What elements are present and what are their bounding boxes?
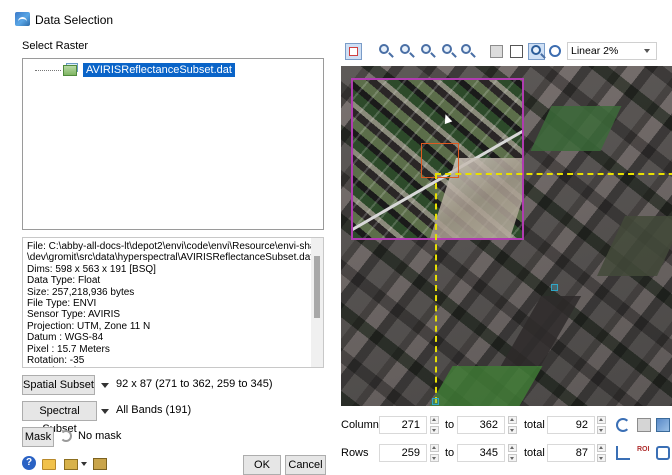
rows-total-input[interactable]: 87 bbox=[547, 444, 595, 462]
pan-icon bbox=[531, 45, 541, 55]
zoom-out-button[interactable] bbox=[398, 43, 415, 60]
file-info-line: Rotation: -35 bbox=[27, 355, 85, 367]
zoom-in-icon bbox=[379, 44, 389, 54]
crosshair-button[interactable] bbox=[547, 43, 564, 60]
export-icon[interactable] bbox=[64, 459, 78, 470]
pan-button[interactable] bbox=[528, 43, 545, 60]
columns-total-stepper[interactable] bbox=[597, 416, 606, 434]
columns-from-stepper[interactable] bbox=[430, 416, 439, 434]
app-icon bbox=[15, 12, 30, 26]
rows-to-label: to bbox=[445, 447, 455, 459]
stretch-select[interactable]: Linear 2% bbox=[567, 42, 657, 60]
file-info-panel: File: C:\abby-all-docs-lt\depot2\envi\co… bbox=[22, 237, 324, 368]
file-info-text: File: C:\abby-all-docs-lt\depot2\envi\co… bbox=[27, 241, 313, 367]
subset-handle-center[interactable] bbox=[551, 284, 558, 291]
rows-total-stepper[interactable] bbox=[597, 444, 606, 462]
raster-file-icon bbox=[63, 63, 79, 77]
refresh-icon bbox=[60, 430, 72, 442]
stretch-select-value: Linear 2% bbox=[571, 45, 619, 57]
crosshair-icon bbox=[549, 45, 561, 57]
rows-from-stepper[interactable] bbox=[430, 444, 439, 462]
image-thumbnail-icon[interactable] bbox=[656, 418, 670, 432]
full-extent-icon bbox=[490, 45, 503, 58]
subset-by-file-icon[interactable] bbox=[656, 446, 670, 460]
select-raster-label: Select Raster bbox=[22, 40, 89, 52]
mask-button[interactable]: Mask bbox=[22, 427, 54, 447]
subset-handle-left[interactable] bbox=[432, 398, 439, 405]
view-icon[interactable] bbox=[93, 458, 107, 470]
columns-label: Columns bbox=[341, 419, 385, 431]
spatial-subset-value: 92 x 87 (271 to 362, 259 to 345) bbox=[116, 378, 273, 390]
tree-connector bbox=[35, 70, 61, 71]
zoom-out-icon bbox=[400, 44, 410, 54]
spectral-subset-dropdown-icon[interactable] bbox=[101, 409, 109, 414]
columns-to-input[interactable]: 362 bbox=[457, 416, 505, 434]
window-title: Data Selection bbox=[35, 13, 114, 27]
folder-icon[interactable] bbox=[42, 459, 56, 470]
zoom-in-fixed-button[interactable] bbox=[419, 43, 436, 60]
zoom-fit-icon bbox=[461, 44, 471, 54]
file-info-line: Pixel : 15.7 Meters bbox=[27, 343, 110, 355]
fit-icon bbox=[510, 45, 523, 58]
fit-button[interactable] bbox=[508, 43, 525, 60]
help-icon[interactable]: ? bbox=[22, 456, 36, 470]
rows-label: Rows bbox=[341, 447, 369, 459]
file-info-line: Wavelength: 365.9298 to 2,496.236 Nanome… bbox=[27, 366, 313, 367]
zoom-out-fixed-button[interactable] bbox=[440, 43, 457, 60]
zoom-out-fixed-icon bbox=[442, 44, 452, 54]
columns-from-input[interactable]: 271 bbox=[379, 416, 427, 434]
file-info-line: Sensor Type: AVIRIS bbox=[27, 309, 121, 321]
file-info-line: File Type: ENVI bbox=[27, 298, 97, 310]
file-info-line: \dev\gromit\src\data\hyperspectral\AVIRI… bbox=[27, 252, 313, 264]
columns-total-label: total bbox=[524, 419, 545, 431]
file-info-line: Dims: 598 x 563 x 191 [BSQ] bbox=[27, 263, 156, 275]
file-info-scrollbar[interactable] bbox=[311, 238, 323, 367]
select-tool-button[interactable] bbox=[345, 43, 362, 60]
full-image-icon[interactable] bbox=[637, 418, 651, 432]
rows-to-input[interactable]: 345 bbox=[457, 444, 505, 462]
columns-to-stepper[interactable] bbox=[508, 416, 517, 434]
zoom-fit-button[interactable] bbox=[459, 43, 476, 60]
title-bar: Data Selection bbox=[0, 0, 672, 34]
file-info-line: Data Type: Float bbox=[27, 275, 101, 287]
raster-item-selected[interactable]: AVIRISReflectanceSubset.dat bbox=[83, 63, 235, 77]
export-dropdown-icon[interactable] bbox=[81, 462, 87, 466]
ok-button[interactable]: OK bbox=[243, 455, 281, 475]
image-preview[interactable] bbox=[341, 66, 672, 406]
mask-value: No mask bbox=[78, 430, 122, 442]
vector-subset-icon[interactable] bbox=[616, 446, 630, 460]
file-info-line: Projection: UTM, Zone 11 N bbox=[27, 320, 151, 332]
refresh-subset-icon[interactable] bbox=[616, 418, 630, 432]
columns-to-label: to bbox=[445, 419, 455, 431]
file-info-line: Datum : WGS-84 bbox=[27, 332, 104, 344]
file-info-line: Size: 257,218,936 bytes bbox=[27, 286, 135, 298]
chevron-down-icon bbox=[644, 49, 650, 53]
spectral-subset-value: All Bands (191) bbox=[116, 404, 192, 416]
columns-total-input[interactable]: 92 bbox=[547, 416, 595, 434]
file-info-line: File: C:\abby-all-docs-lt\depot2\envi\co… bbox=[27, 241, 313, 252]
rows-from-input[interactable]: 259 bbox=[379, 444, 427, 462]
spectral-subset-button[interactable]: Spectral Subset bbox=[22, 401, 97, 435]
zoom-in-fixed-icon bbox=[421, 44, 431, 54]
rows-to-stepper[interactable] bbox=[508, 444, 517, 462]
full-extent-button[interactable] bbox=[488, 43, 505, 60]
cancel-button[interactable]: Cancel bbox=[285, 455, 326, 475]
rows-total-label: total bbox=[524, 447, 545, 459]
raster-list[interactable]: AVIRISReflectanceSubset.dat bbox=[22, 58, 324, 230]
roi-icon[interactable]: ROI bbox=[637, 446, 651, 460]
zoom-in-button[interactable] bbox=[377, 43, 394, 60]
spatial-subset-button[interactable]: Spatial Subset bbox=[22, 375, 95, 395]
spatial-subset-dropdown-icon[interactable] bbox=[101, 383, 109, 388]
